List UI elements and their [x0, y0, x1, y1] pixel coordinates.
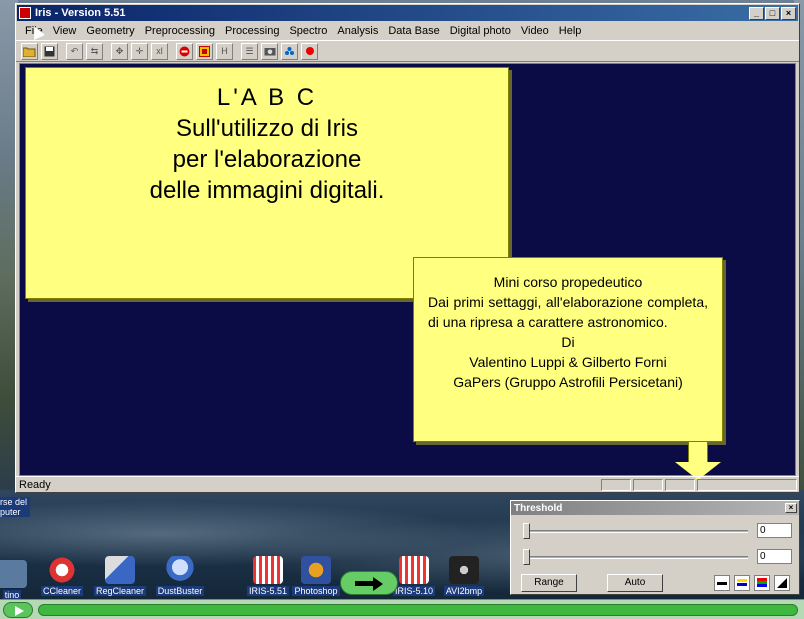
desktop-icon-regcleaner[interactable]: RegCleaner: [90, 556, 150, 596]
threshold-high-slider-thumb[interactable]: [523, 523, 530, 539]
desktop-icon-avi2bmp[interactable]: AVI2bmp: [434, 556, 494, 596]
camera-icon[interactable]: [261, 42, 278, 60]
note-line-5: GaPers (Gruppo Astrofili Persicetani): [453, 374, 683, 390]
callout-arrow-shaft: [688, 442, 708, 462]
note-line-3: Di: [561, 334, 575, 350]
title-line-3: per l'elaborazione: [172, 146, 362, 173]
menu-database[interactable]: Data Base: [383, 25, 444, 37]
note-line-2: Dai primi settaggi, all'elaborazione com…: [428, 294, 708, 330]
color-dots-icon[interactable]: [281, 42, 298, 60]
iris-icon: [399, 556, 429, 584]
menu-processing[interactable]: Processing: [220, 25, 284, 37]
crop-icon[interactable]: ✥: [111, 42, 128, 60]
iris-app-icon: [19, 7, 31, 19]
desktop-icon-photoshop[interactable]: Photoshop: [286, 556, 346, 596]
regcleaner-icon: [105, 556, 135, 584]
threshold-title-bar[interactable]: Threshold ×: [511, 501, 799, 515]
menu-digital-photo[interactable]: Digital photo: [445, 25, 516, 37]
flip-icon[interactable]: ⇆: [86, 42, 103, 60]
iris-window: Iris - Version 5.51 _ □ × File View Geom…: [15, 3, 800, 493]
blue-mode-icon[interactable]: [734, 575, 750, 591]
play-button[interactable]: [3, 602, 33, 618]
note-line-4: Valentino Luppi & Gilberto Forni: [469, 354, 667, 370]
rgb-mode-icon[interactable]: [754, 575, 770, 591]
photoshop-icon: [301, 556, 331, 584]
image-canvas[interactable]: L'A B C Sull'utilizzo di Iris per l'elab…: [19, 63, 796, 480]
threshold-low-slider-thumb[interactable]: [523, 549, 530, 565]
app-shortcut-icon: [0, 560, 27, 588]
open-folder-icon[interactable]: [21, 42, 38, 60]
progress-bar[interactable]: [38, 604, 798, 616]
threshold-high-input[interactable]: 0: [757, 523, 792, 538]
toolbar: ↶ ⇆ ✥ ✛ xl H ☰: [16, 40, 799, 62]
move-icon[interactable]: ✛: [131, 42, 148, 60]
window-title: Iris - Version 5.51: [35, 7, 126, 19]
range-button[interactable]: Range: [521, 574, 577, 592]
title-line-4: delle immagini digitali.: [149, 177, 385, 204]
player-bar: [0, 599, 804, 619]
threshold-panel: Threshold × 0 0 Range Auto: [510, 500, 800, 595]
avi2bmp-icon: [449, 556, 479, 584]
menu-preprocessing[interactable]: Preprocessing: [140, 25, 220, 37]
threshold-low-input[interactable]: 0: [757, 549, 792, 564]
histogram-button[interactable]: H: [216, 42, 233, 60]
desktop-icon-computer-label[interactable]: rse del puter: [0, 497, 30, 517]
auto-button[interactable]: Auto: [607, 574, 663, 592]
menu-video[interactable]: Video: [516, 25, 554, 37]
save-disk-icon[interactable]: [41, 42, 58, 60]
list-icon[interactable]: ☰: [241, 42, 258, 60]
record-icon[interactable]: [301, 42, 318, 60]
menu-analysis[interactable]: Analysis: [332, 25, 383, 37]
dustbuster-icon: [165, 556, 195, 584]
title-bar[interactable]: Iris - Version 5.51 _ □ ×: [17, 5, 798, 21]
note-line-1: Mini corso propedeutico: [493, 274, 643, 290]
threshold-high-slider-track[interactable]: [523, 530, 748, 533]
status-pane: [665, 478, 695, 491]
status-pane: [633, 478, 663, 491]
menu-help[interactable]: Help: [554, 25, 587, 37]
black-mode-icon[interactable]: [714, 575, 730, 591]
threshold-title: Threshold: [514, 502, 563, 514]
stop-red-icon[interactable]: [176, 42, 193, 60]
desktop-icon-ccleaner[interactable]: CCleaner: [32, 556, 92, 596]
iris-icon: [253, 556, 283, 584]
menu-geometry[interactable]: Geometry: [81, 25, 139, 37]
zoom-one-button[interactable]: xl: [151, 42, 168, 60]
threshold-low-slider-track[interactable]: [523, 556, 748, 559]
undo-icon[interactable]: ↶: [66, 42, 83, 60]
status-text: Ready: [19, 478, 51, 491]
minimize-button[interactable]: _: [749, 6, 764, 20]
menu-bar: File View Geometry Preprocessing Process…: [16, 22, 799, 40]
next-arrow-button[interactable]: [340, 571, 398, 595]
threshold-close-button[interactable]: ×: [785, 503, 797, 513]
status-pane: [697, 478, 797, 491]
menu-spectro[interactable]: Spectro: [284, 25, 332, 37]
desktop-icon-dustbuster[interactable]: DustBuster: [150, 556, 210, 596]
note-callout: Mini corso propedeutico Dai primi settag…: [413, 257, 723, 442]
grid-icon[interactable]: [196, 42, 213, 60]
close-button[interactable]: ×: [781, 6, 796, 20]
title-line-2: Sull'utilizzo di Iris: [176, 115, 358, 142]
title-line-1: L'A B C: [216, 84, 318, 111]
status-pane: [601, 478, 631, 491]
ccleaner-icon: [47, 556, 77, 584]
status-bar: Ready: [16, 476, 799, 492]
gradient-mode-icon[interactable]: [774, 575, 790, 591]
maximize-button[interactable]: □: [765, 6, 780, 20]
menu-view[interactable]: View: [48, 25, 82, 37]
